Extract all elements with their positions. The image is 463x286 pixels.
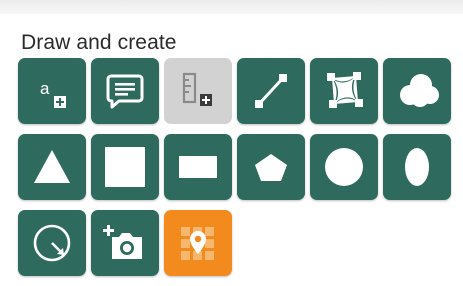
grid-location-tool-button[interactable] [164, 210, 232, 276]
freeform-polygon-icon [327, 72, 363, 108]
square-tool-button[interactable] [91, 134, 159, 200]
grid-pin-icon [181, 227, 214, 260]
ruler-plus-icon [182, 72, 212, 106]
rectangle-tool-button[interactable] [164, 134, 232, 200]
rectangle-icon [179, 156, 217, 178]
circle-radius-icon [33, 224, 71, 262]
triangle-icon [34, 150, 70, 183]
ruler-tool-button[interactable] [164, 58, 232, 124]
line-tool-button[interactable] [237, 58, 305, 124]
circle-tool-button[interactable] [310, 134, 378, 200]
radius-tool-button[interactable] [18, 210, 86, 276]
camera-plus-icon [103, 225, 142, 259]
cloud-icon [400, 74, 439, 107]
draw-and-create-panel: Draw and create a [0, 14, 463, 286]
ellipse-icon [405, 148, 429, 186]
circle-icon [325, 148, 363, 186]
top-edge-strip [0, 0, 463, 15]
callout-tool-button[interactable] [91, 58, 159, 124]
square-icon [105, 147, 145, 187]
cloud-tool-button[interactable] [383, 58, 451, 124]
triangle-tool-button[interactable] [18, 134, 86, 200]
text-plus-icon: a [40, 79, 66, 108]
text-tool-glyph: a [40, 79, 50, 98]
pentagon-icon [255, 154, 287, 181]
pentagon-tool-button[interactable] [237, 134, 305, 200]
panel-title: Draw and create [21, 31, 177, 54]
line-segment-icon [255, 74, 287, 108]
add-photo-tool-button[interactable] [91, 210, 159, 276]
speech-bubble-icon [106, 74, 144, 109]
ellipse-tool-button[interactable] [383, 134, 451, 200]
text-tool-button[interactable]: a [18, 58, 86, 124]
polygon-tool-button[interactable] [310, 58, 378, 124]
